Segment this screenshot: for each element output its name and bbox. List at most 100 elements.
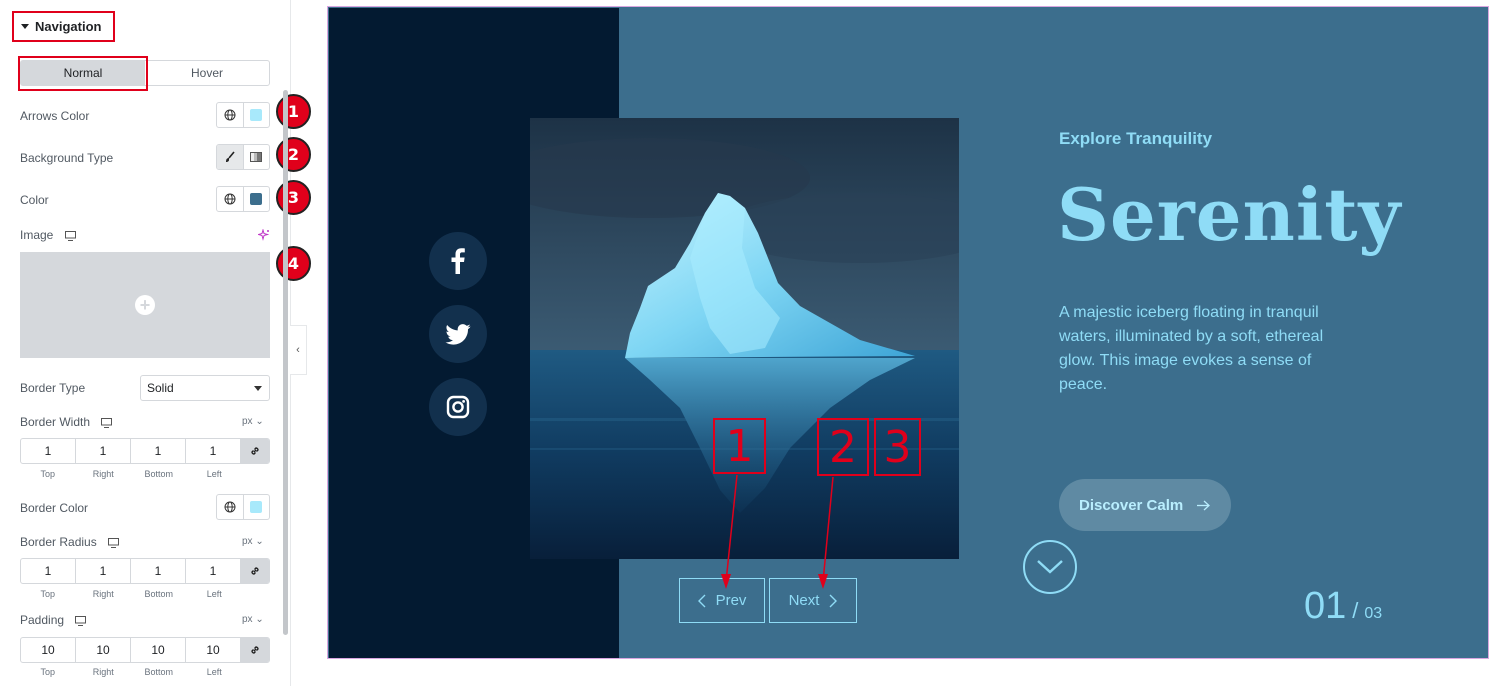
slide-description: A majestic iceberg floating in tranquil … [1059, 304, 1324, 393]
section-title: Navigation [35, 19, 102, 34]
padding-left[interactable]: 10 [186, 638, 241, 662]
dim-label-top: Top [40, 589, 55, 599]
padding-top[interactable]: 10 [21, 638, 76, 662]
background-type-control [216, 144, 270, 170]
border-color-control [216, 494, 270, 520]
iceberg-illustration [530, 118, 959, 559]
border-color-swatch-button[interactable] [242, 495, 270, 519]
prev-label: Prev [715, 592, 747, 609]
instagram-icon [446, 395, 470, 419]
facebook-button[interactable] [429, 232, 487, 290]
color-swatch-button[interactable] [242, 187, 270, 211]
dim-label-left: Left [206, 469, 222, 479]
border-radius-right[interactable]: 1 [76, 559, 131, 583]
border-width-right[interactable]: 1 [76, 439, 131, 463]
desktop-icon[interactable] [64, 230, 76, 241]
annotation-box-2: 2 [817, 418, 869, 476]
slide-counter-separator: / [1352, 598, 1359, 623]
chevron-down-icon [254, 386, 262, 391]
border-radius-dimensions: 1 1 1 1 [20, 558, 270, 584]
dim-label-right: Right [92, 469, 114, 479]
dim-label-right: Right [92, 589, 114, 599]
image-label: Image [20, 228, 54, 242]
next-label: Next [788, 592, 820, 609]
arrows-color-swatch [250, 109, 263, 121]
next-button[interactable]: Next [769, 578, 857, 623]
dim-label-bottom: Bottom [144, 469, 173, 479]
image-upload-area[interactable]: + [20, 252, 270, 358]
slide-counter-total: 03 [1364, 605, 1383, 622]
dim-label-left: Left [206, 589, 222, 599]
link-values-button[interactable] [241, 439, 269, 463]
border-width-dim-labels: Top Right Bottom Left [20, 469, 242, 479]
slide-counter: 01/ 03 [1304, 585, 1382, 628]
gradient-background-button[interactable] [242, 145, 270, 169]
border-width-left[interactable]: 1 [186, 439, 241, 463]
prev-button[interactable]: Prev [679, 578, 765, 623]
chevron-down-icon [1037, 560, 1063, 574]
border-radius-dim-labels: Top Right Bottom Left [20, 589, 242, 599]
link-values-button[interactable] [241, 638, 269, 662]
annotation-box-1: 1 [713, 418, 766, 474]
globe-icon [224, 109, 236, 121]
brush-icon [225, 151, 235, 162]
state-tabs: Normal Hover [20, 60, 270, 86]
color-swatch [250, 193, 263, 205]
padding-right[interactable]: 10 [76, 638, 131, 662]
border-color-label: Border Color [20, 501, 89, 515]
panel-scrollbar[interactable] [283, 90, 288, 635]
border-type-value: Solid [147, 381, 174, 395]
border-width-bottom[interactable]: 1 [131, 439, 186, 463]
slider-preview: Explore Tranquility Serenity A majestic … [327, 6, 1489, 659]
dim-label-right: Right [92, 667, 114, 677]
arrow-right-icon [1197, 500, 1211, 510]
arrows-color-label: Arrows Color [20, 109, 90, 123]
padding-unit-select[interactable]: px ⌄ [242, 614, 264, 625]
dim-label-top: Top [40, 469, 55, 479]
link-values-button[interactable] [241, 559, 269, 583]
discover-calm-button[interactable]: Discover Calm [1059, 479, 1231, 531]
desktop-icon[interactable] [108, 537, 120, 548]
border-radius-left[interactable]: 1 [186, 559, 241, 583]
annotation-box-3: 3 [874, 418, 921, 476]
image-label-row: Image [20, 228, 76, 242]
desktop-icon[interactable] [101, 417, 113, 428]
slide-headline: Serenity [1057, 172, 1402, 257]
global-colors-button[interactable] [217, 495, 243, 519]
border-type-select[interactable]: Solid [140, 375, 270, 401]
desktop-icon[interactable] [75, 615, 87, 626]
classic-background-button[interactable] [217, 145, 243, 169]
arrows-color-swatch-button[interactable] [242, 103, 270, 127]
border-width-label-row: Border Width [20, 415, 113, 429]
dim-label-bottom: Bottom [144, 667, 173, 677]
add-image-icon[interactable]: + [135, 295, 155, 315]
color-label: Color [20, 193, 49, 207]
tab-hover[interactable]: Hover [145, 61, 269, 85]
dim-label-top: Top [40, 667, 55, 677]
border-width-unit-select[interactable]: px ⌄ [242, 416, 264, 427]
ai-sparkle-icon[interactable] [258, 229, 270, 241]
cta-label: Discover Calm [1079, 496, 1184, 514]
border-width-dimensions: 1 1 1 1 [20, 438, 270, 464]
global-colors-button[interactable] [217, 187, 243, 211]
scroll-down-button[interactable] [1023, 540, 1077, 594]
link-icon [251, 447, 259, 455]
padding-label: Padding [20, 613, 65, 627]
padding-bottom[interactable]: 10 [131, 638, 186, 662]
globe-icon [224, 193, 236, 205]
global-colors-button[interactable] [217, 103, 243, 127]
border-radius-top[interactable]: 1 [21, 559, 76, 583]
collapse-panel-button[interactable]: ‹ [290, 325, 307, 375]
border-radius-label-row: Border Radius [20, 535, 120, 549]
dim-label-bottom: Bottom [144, 589, 173, 599]
border-type-label: Border Type [20, 381, 86, 395]
border-radius-unit-select[interactable]: px ⌄ [242, 536, 264, 547]
tab-normal[interactable]: Normal [21, 61, 145, 85]
slide-counter-current: 01 [1304, 585, 1347, 627]
twitter-button[interactable] [429, 305, 487, 363]
instagram-button[interactable] [429, 378, 487, 436]
link-icon [251, 567, 259, 575]
navigation-section-header[interactable]: Navigation [12, 11, 115, 42]
border-radius-bottom[interactable]: 1 [131, 559, 186, 583]
border-width-top[interactable]: 1 [21, 439, 76, 463]
